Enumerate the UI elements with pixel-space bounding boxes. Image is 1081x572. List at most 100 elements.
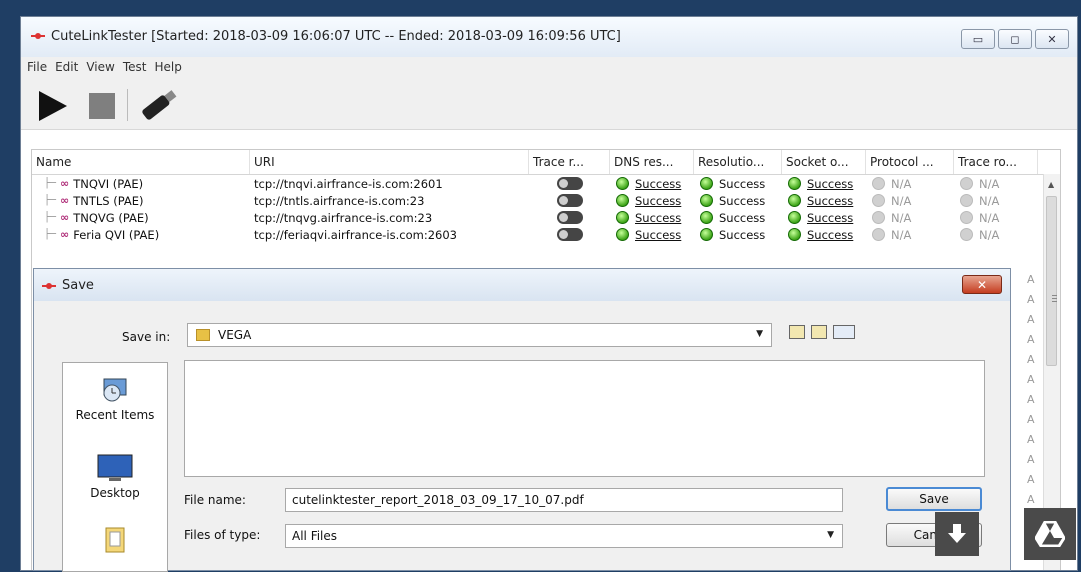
resolution-result: Success	[719, 176, 766, 191]
column-protocol[interactable]: Protocol ...	[866, 150, 954, 174]
row-uri: tcp://feriaqvi.airfrance-is.com:2603	[254, 227, 457, 242]
chevron-down-icon[interactable]: ▼	[756, 329, 763, 339]
table-row[interactable]: ├─ ∞ Feria QVI (PAE) tcp://feriaqvi.airfra…	[32, 226, 1060, 243]
toolbar-separator	[127, 89, 128, 121]
close-button[interactable]: ✕	[1035, 29, 1069, 49]
up-folder-icon[interactable]	[789, 325, 805, 339]
save-button-label: Save	[919, 492, 949, 506]
chevron-down-icon[interactable]: ▼	[827, 530, 834, 540]
status-ok-icon	[700, 177, 713, 190]
column-uri[interactable]: URI	[250, 150, 529, 174]
menu-bar: File Edit View Test Help	[21, 57, 1077, 77]
title-bar: CuteLinkTester [Started: 2018-03-09 16:0…	[21, 17, 1077, 57]
stop-icon[interactable]	[89, 93, 115, 119]
app-logo-icon	[42, 283, 56, 289]
hidden-row-status: A	[1027, 353, 1035, 366]
status-ok-icon	[788, 211, 801, 224]
hidden-row-status: A	[1027, 473, 1035, 486]
menu-view[interactable]: View	[86, 60, 114, 74]
socket-result[interactable]: Success	[807, 211, 853, 225]
table-row[interactable]: ├─ ∞ TNTLS (PAE) tcp://tntls.airfrance-is.…	[32, 192, 1060, 209]
maximize-button[interactable]: ◻	[998, 29, 1032, 49]
trace-result: N/A	[979, 210, 1000, 225]
column-socket[interactable]: Socket o...	[782, 150, 866, 174]
column-trace-route-toggle[interactable]: Trace r...	[529, 150, 610, 174]
column-resolution[interactable]: Resolutio...	[694, 150, 782, 174]
dns-result[interactable]: Success	[635, 177, 681, 191]
socket-result[interactable]: Success	[807, 194, 853, 208]
save-in-value: VEGA	[218, 328, 252, 342]
table-row[interactable]: ├─ ∞ TNQVG (PAE) tcp://tnqvg.airfrance-is.…	[32, 209, 1060, 226]
play-icon[interactable]	[37, 89, 69, 123]
column-dns[interactable]: DNS res...	[610, 150, 694, 174]
table-row[interactable]: ├─ ∞ TNQVI (PAE) tcp://tnqvi.airfrance-is.…	[32, 175, 1060, 192]
view-menu-icon[interactable]	[833, 325, 855, 339]
status-na-icon	[960, 228, 973, 241]
file-list-area[interactable]	[184, 360, 985, 477]
file-name-value: cutelinktester_report_2018_03_09_17_10_0…	[292, 493, 584, 507]
status-ok-icon	[616, 194, 629, 207]
link-icon: ∞	[60, 211, 70, 224]
new-folder-icon[interactable]	[811, 325, 827, 339]
protocol-result: N/A	[891, 227, 912, 242]
column-name[interactable]: Name	[32, 150, 250, 174]
link-icon: ∞	[60, 177, 70, 190]
trace-toggle[interactable]	[556, 194, 583, 207]
trace-result: N/A	[979, 227, 1000, 242]
row-name: TNTLS (PAE)	[73, 193, 144, 208]
save-button[interactable]: Save	[886, 487, 982, 511]
hidden-row-status: A	[1027, 433, 1035, 446]
download-button[interactable]	[935, 512, 979, 556]
menu-edit[interactable]: Edit	[55, 60, 78, 74]
dialog-nav-icons	[789, 325, 855, 339]
trace-toggle[interactable]	[556, 211, 583, 224]
socket-result[interactable]: Success	[807, 228, 853, 242]
dns-result[interactable]: Success	[635, 194, 681, 208]
hidden-row-status: A	[1027, 333, 1035, 346]
window-title: CuteLinkTester [Started: 2018-03-09 16:0…	[51, 29, 621, 44]
dialog-title: Save	[62, 278, 94, 293]
protocol-result: N/A	[891, 193, 912, 208]
tree-line-icon: ├─	[44, 212, 57, 223]
maximize-icon: ◻	[1010, 32, 1020, 46]
google-drive-button[interactable]	[1024, 508, 1076, 560]
minimize-icon: ▭	[972, 32, 984, 46]
socket-result[interactable]: Success	[807, 177, 853, 191]
row-name: Feria QVI (PAE)	[73, 227, 160, 242]
column-trace-route[interactable]: Trace ro...	[954, 150, 1038, 174]
file-name-label: File name:	[184, 493, 246, 507]
minimize-button[interactable]: ▭	[961, 29, 995, 49]
close-icon: ✕	[1047, 32, 1057, 46]
toolbar	[21, 77, 1077, 130]
menu-test[interactable]: Test	[123, 60, 147, 74]
menu-file[interactable]: File	[27, 60, 47, 74]
status-ok-icon	[616, 228, 629, 241]
save-in-combo[interactable]: VEGA ▼	[187, 323, 772, 347]
recent-items-icon	[103, 378, 127, 402]
place-documents[interactable]	[63, 526, 167, 557]
scroll-up-icon[interactable]: ▲	[1048, 180, 1054, 189]
usb-stick-icon[interactable]	[137, 87, 181, 123]
place-desktop[interactable]: Desktop	[63, 453, 167, 500]
resolution-result: Success	[719, 210, 766, 225]
file-name-input[interactable]: cutelinktester_report_2018_03_09_17_10_0…	[285, 488, 843, 512]
close-icon: ✕	[976, 277, 988, 292]
row-uri: tcp://tnqvi.airfrance-is.com:2601	[254, 176, 443, 191]
status-na-icon	[960, 194, 973, 207]
status-ok-icon	[788, 177, 801, 190]
save-dialog: Save ✕ Save in: VEGA ▼ Recent Items Desk…	[33, 268, 1011, 572]
link-icon: ∞	[60, 194, 70, 207]
trace-toggle[interactable]	[556, 228, 583, 241]
documents-icon	[105, 527, 125, 553]
place-recent-items[interactable]: Recent Items	[63, 373, 167, 422]
files-of-type-select[interactable]: All Files ▼	[285, 524, 843, 548]
dns-result[interactable]: Success	[635, 228, 681, 242]
dialog-close-button[interactable]: ✕	[962, 275, 1002, 294]
menu-help[interactable]: Help	[154, 60, 181, 74]
places-panel: Recent Items Desktop	[62, 362, 168, 572]
trace-toggle[interactable]	[556, 177, 583, 190]
hidden-row-status: A	[1027, 373, 1035, 386]
dns-result[interactable]: Success	[635, 211, 681, 225]
folder-icon	[196, 329, 210, 341]
scrollbar-thumb[interactable]	[1046, 196, 1057, 366]
